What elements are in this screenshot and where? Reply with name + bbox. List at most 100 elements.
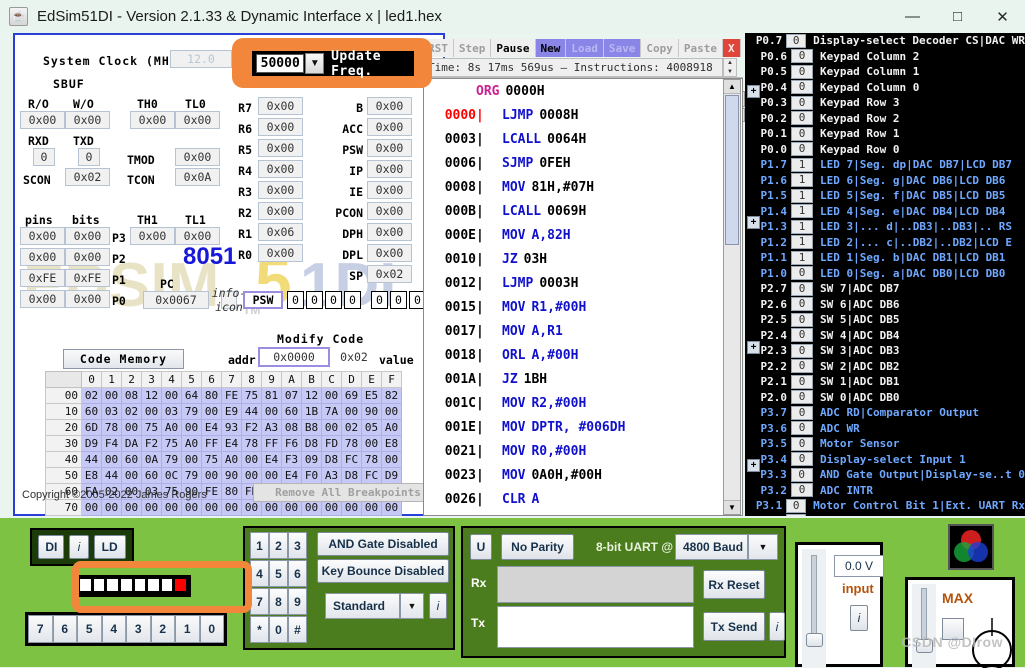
rx-reset-button[interactable]: Rx Reset (703, 570, 765, 599)
led-bar[interactable] (76, 575, 191, 597)
modify-value[interactable]: 0x02 (330, 348, 378, 366)
code-line[interactable]: 0010 | JZ 03H (424, 247, 742, 271)
port-bit-value[interactable]: 0 (791, 405, 813, 420)
memory-cell[interactable]: 03 (101, 403, 122, 420)
memory-cell[interactable]: 78 (341, 435, 362, 452)
memory-cell[interactable]: 02 (341, 419, 362, 436)
code-listing-pane[interactable]: ORG 0000H 0000 | LJMP 0008H 0003 | LCALL 0064H 0… (423, 78, 743, 516)
port-bit-value[interactable]: 1 (791, 188, 813, 203)
memory-cell[interactable]: 00 (181, 451, 202, 468)
memory-cell[interactable]: 02 (81, 387, 102, 404)
code-breakpoint-marker[interactable]: | (476, 108, 486, 123)
port-bit-value[interactable]: 1 (791, 157, 813, 172)
port-bit-value[interactable]: 0 (791, 374, 813, 389)
keypad-key-7[interactable]: 7 (250, 588, 269, 615)
port-bit-value[interactable]: 0 (791, 483, 813, 498)
code-breakpoint-marker[interactable]: | (476, 348, 486, 363)
tx-field[interactable] (497, 606, 694, 648)
sfr-value-pcon[interactable]: 0x00 (367, 202, 412, 220)
port-bit-value[interactable]: 0 (791, 111, 813, 126)
register-value-r2[interactable]: 0x00 (258, 202, 303, 220)
freq-value[interactable]: 50000 (256, 54, 305, 73)
sbuf-ro-value[interactable]: 0x00 (20, 111, 65, 129)
toolbar-step-button[interactable]: Step (453, 39, 492, 57)
memory-cell[interactable]: 60 (281, 403, 302, 420)
rxd-value[interactable]: 0 (33, 148, 55, 166)
port-bit-value[interactable]: 0 (791, 80, 813, 95)
memory-cell[interactable]: 00 (81, 499, 102, 516)
led-3[interactable] (119, 578, 133, 592)
code-line[interactable]: 0017 | MOV A,R1 (424, 319, 742, 343)
tcon-value[interactable]: 0x0A (175, 168, 220, 186)
toolbar-x-button[interactable]: X (723, 39, 741, 57)
memory-cell[interactable]: F0 (301, 467, 322, 484)
port-group-expander-p1[interactable]: + (747, 216, 760, 229)
memory-cell[interactable]: E4 (261, 451, 282, 468)
led-5[interactable] (147, 578, 160, 592)
di-button[interactable]: DI (38, 535, 65, 559)
code-line[interactable]: 000B | LCALL 0069H (424, 199, 742, 223)
psw-bit-1[interactable]: 0 (306, 291, 323, 309)
memory-cell[interactable]: A0 (381, 419, 402, 436)
seven-seg-digit-2[interactable]: 2 (150, 615, 175, 643)
port-bit-value[interactable]: 0 (791, 436, 813, 451)
th0-value[interactable]: 0x00 (130, 111, 175, 129)
potentiometer-slider[interactable] (802, 549, 826, 667)
memory-cell[interactable]: 12 (301, 387, 322, 404)
memory-cell[interactable]: 02 (121, 403, 142, 420)
memory-cell[interactable]: 00 (361, 435, 382, 452)
port-bit-value[interactable]: 0 (791, 142, 813, 157)
memory-cell[interactable]: D8 (301, 435, 322, 452)
memory-cell[interactable]: 78 (241, 435, 262, 452)
led-2[interactable] (106, 578, 119, 592)
keypad-key-3[interactable]: 3 (288, 532, 307, 559)
memory-cell[interactable]: A0 (161, 419, 182, 436)
memory-cell[interactable]: 05 (361, 419, 382, 436)
memory-cell[interactable]: 90 (361, 403, 382, 420)
port-bit-value[interactable]: 0 (791, 95, 813, 110)
port-bit-value[interactable]: 0 (791, 126, 813, 141)
rgb-color-wheel-icon[interactable] (948, 524, 994, 570)
memory-cell[interactable]: E4 (221, 435, 242, 452)
memory-cell[interactable]: 12 (141, 387, 162, 404)
remove-all-breakpoints-button[interactable]: Remove All Breakpoints (253, 483, 443, 502)
port-bit-value[interactable]: 0 (791, 421, 813, 436)
ld-button[interactable]: LD (93, 535, 126, 559)
memory-cell[interactable]: 03 (161, 403, 182, 420)
baud-chevron-down-icon[interactable]: ▼ (748, 534, 778, 560)
code-line[interactable]: 0008 | MOV 81H,#07H (424, 175, 742, 199)
sfr-value-dph[interactable]: 0x00 (367, 223, 412, 241)
memory-cell[interactable]: 6D (81, 419, 102, 436)
seven-seg-digit-4[interactable]: 4 (101, 615, 126, 643)
memory-cell[interactable]: 00 (121, 499, 142, 516)
memory-cell[interactable]: E8 (381, 435, 402, 452)
keypad-info-button[interactable]: i (429, 593, 447, 619)
rx-field[interactable] (497, 566, 694, 603)
spinner-up-icon[interactable]: ▲ (724, 59, 736, 68)
port-bit-value[interactable]: 1 (791, 219, 813, 234)
memory-cell[interactable]: 00 (321, 419, 342, 436)
memory-cell[interactable]: 08 (121, 387, 142, 404)
keypad[interactable]: 1 2 3 4 5 6 7 8 9 * 0 # (250, 532, 311, 644)
keypad-key-6[interactable]: 6 (288, 560, 307, 587)
led-6[interactable] (160, 578, 174, 592)
memory-cell[interactable]: E4 (201, 419, 222, 436)
code-scroll-up-icon[interactable]: ▲ (724, 80, 740, 94)
port-bit-value[interactable]: 1 (791, 250, 813, 265)
keypad-key-8[interactable]: 8 (269, 588, 288, 615)
code-breakpoint-marker[interactable]: | (476, 516, 486, 517)
memory-cell[interactable]: B8 (301, 419, 322, 436)
memory-cell[interactable]: 90 (221, 467, 242, 484)
keypad-mode-select[interactable]: Standard (325, 593, 400, 619)
memory-cell[interactable]: 78 (361, 451, 382, 468)
sfr-value-psw[interactable]: 0x00 (367, 139, 412, 157)
analog-info-button[interactable]: i (850, 605, 868, 631)
psw-bit-3[interactable]: 0 (344, 291, 361, 309)
memory-cell[interactable]: 00 (101, 499, 122, 516)
memory-cell[interactable]: D9 (381, 467, 402, 484)
toolbar-pause-button[interactable]: Pause (491, 39, 536, 57)
psw-bit-5[interactable]: 0 (390, 291, 407, 309)
port-bits-p2[interactable]: 0x00 (65, 248, 110, 266)
memory-cell[interactable]: 60 (121, 451, 142, 468)
memory-cell[interactable]: 00 (121, 419, 142, 436)
